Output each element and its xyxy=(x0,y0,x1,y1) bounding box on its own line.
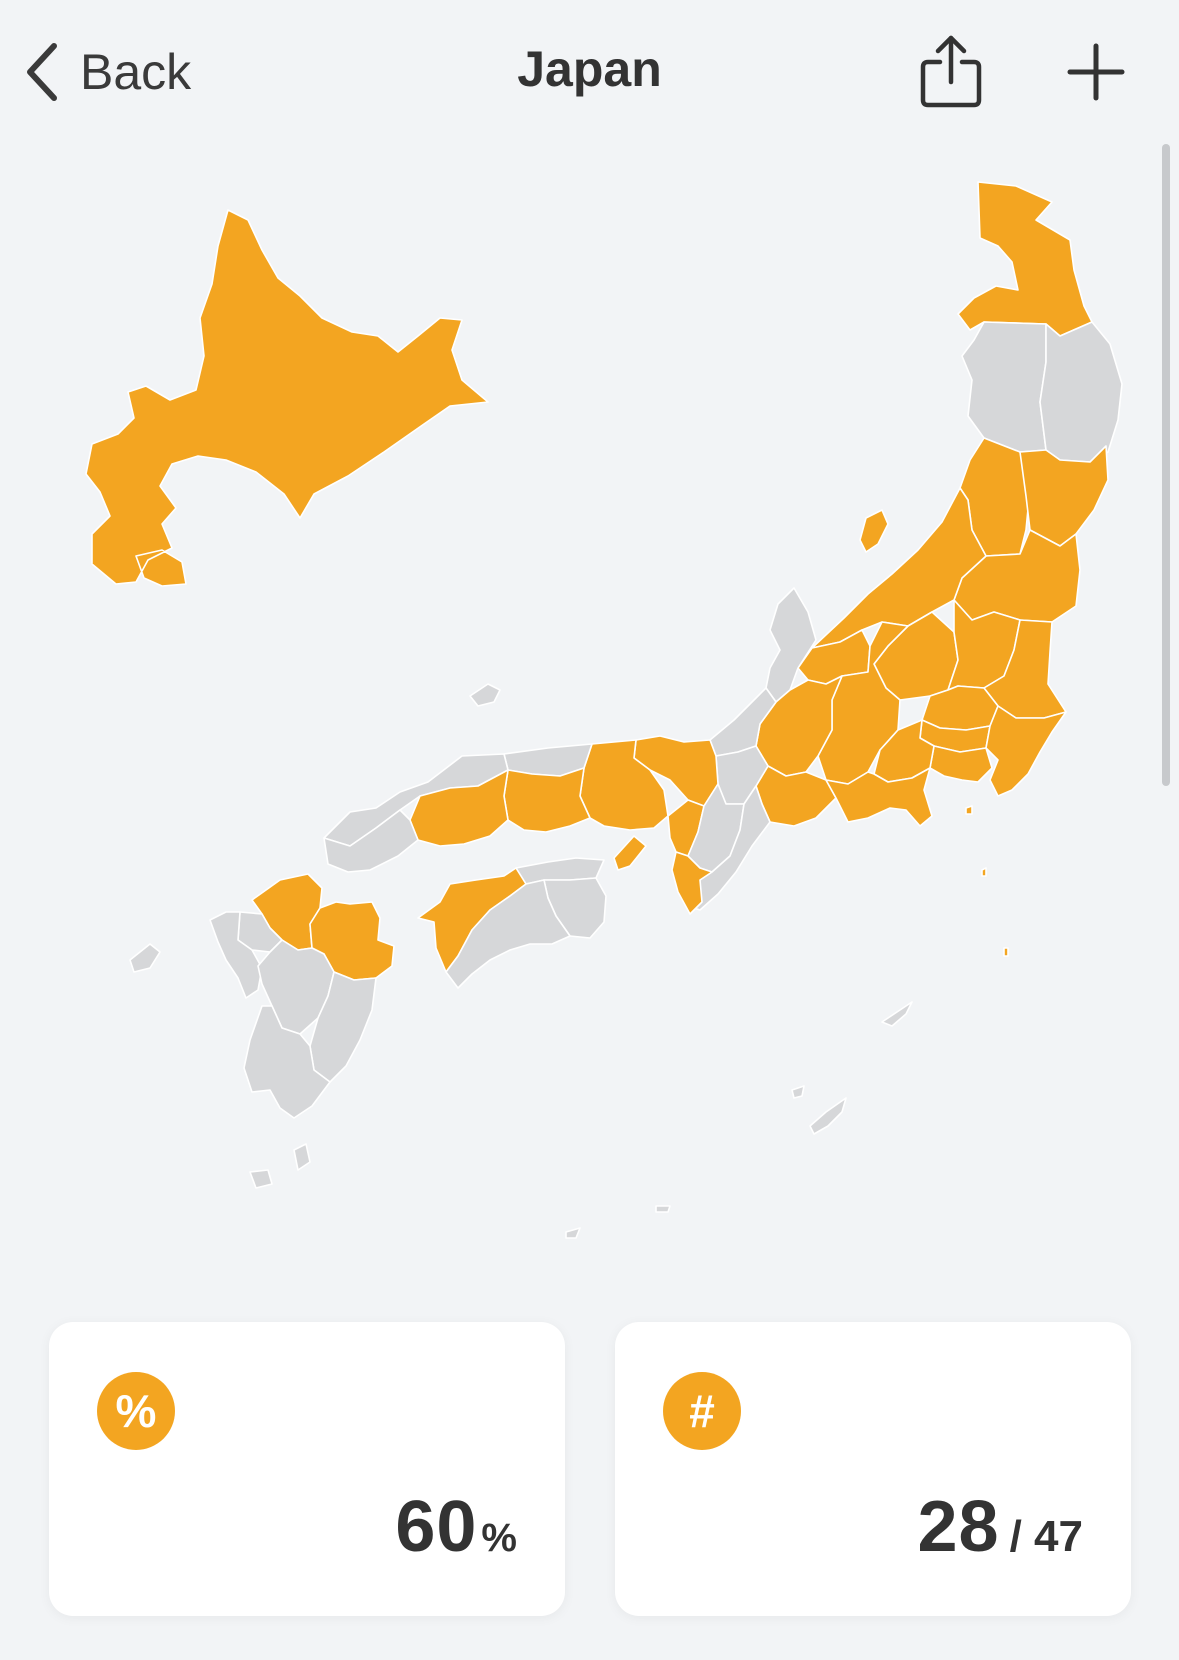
region-okinawa[interactable] xyxy=(565,1001,913,1239)
plus-icon xyxy=(1067,43,1125,101)
add-button[interactable] xyxy=(1065,38,1127,106)
chevron-left-icon xyxy=(27,43,57,101)
count-value: 28 xyxy=(917,1487,1000,1567)
region-aomori[interactable] xyxy=(957,181,1093,337)
japan-map xyxy=(85,181,1123,1239)
percent-visited-card: % 60 % xyxy=(49,1322,565,1616)
map-scrollbar[interactable] xyxy=(1162,144,1170,786)
region-chiba[interactable] xyxy=(985,705,1067,797)
percent-value: 60 xyxy=(395,1487,478,1567)
count-visited-card: # 28 / 47 xyxy=(615,1322,1131,1616)
region-okayama[interactable] xyxy=(503,767,591,833)
navigation-bar: Back Japan xyxy=(0,0,1179,145)
count-total: / 47 xyxy=(1009,1512,1083,1561)
back-label: Back xyxy=(80,44,192,100)
hash-icon: # xyxy=(663,1372,741,1450)
percent-stat: 60 % xyxy=(395,1486,517,1568)
percent-icon: % xyxy=(97,1372,175,1450)
share-icon xyxy=(920,35,982,108)
region-akita[interactable] xyxy=(961,321,1047,453)
share-button[interactable] xyxy=(918,34,984,110)
count-stat: 28 / 47 xyxy=(918,1486,1083,1568)
region-hokkaido[interactable] xyxy=(85,209,489,587)
region-iwate[interactable] xyxy=(1039,321,1123,463)
region-kanagawa[interactable] xyxy=(929,745,993,783)
back-button[interactable]: Back xyxy=(24,38,191,106)
region-tokyo-islands xyxy=(965,805,1009,957)
percent-unit: % xyxy=(481,1516,517,1560)
